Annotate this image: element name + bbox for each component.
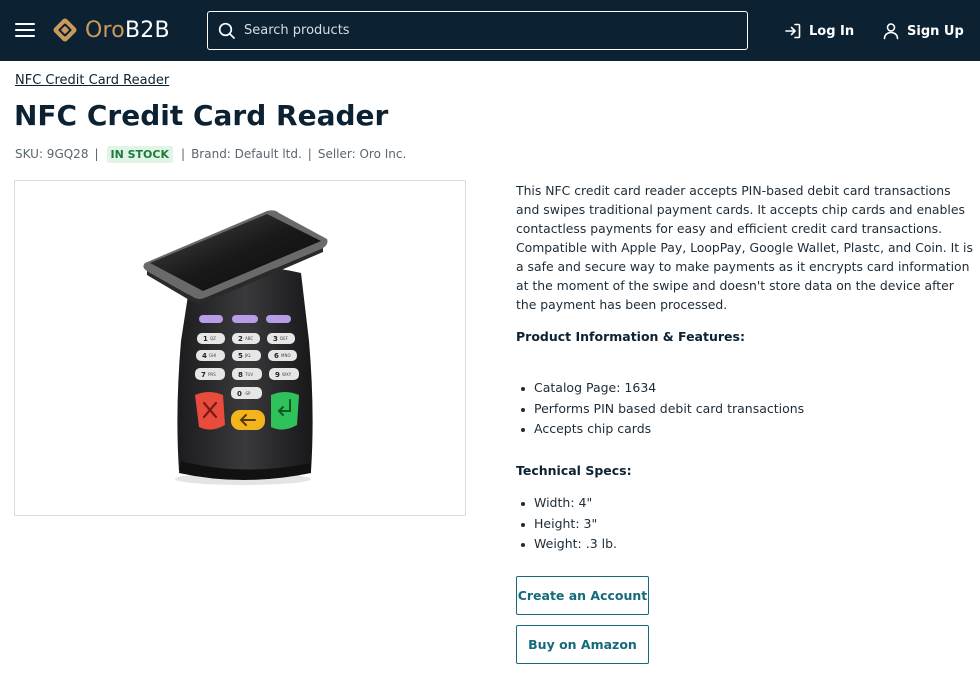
keypad-key-label: 5 bbox=[238, 352, 243, 360]
top-navbar: OroB2B Log In Sign Up bbox=[0, 0, 980, 61]
keypad-key-label: 6 bbox=[274, 352, 279, 360]
specs-title: Technical Specs: bbox=[516, 463, 632, 478]
keypad-key-sublabel: WXY bbox=[282, 372, 292, 377]
login-icon bbox=[785, 23, 801, 39]
product-meta: SKU: 9GQ28 | IN STOCK | Brand: Default l… bbox=[15, 145, 406, 163]
signup-label: Sign Up bbox=[907, 23, 964, 39]
keypad-key-label: 4 bbox=[202, 352, 207, 360]
list-item: Width: 4" bbox=[516, 493, 617, 514]
page-title: NFC Credit Card Reader bbox=[14, 99, 389, 132]
features-title: Product Information & Features: bbox=[516, 329, 745, 344]
keypad-key-sublabel: JKL bbox=[244, 353, 252, 358]
keypad-key-label: 9 bbox=[275, 371, 280, 379]
list-item: Weight: .3 lb. bbox=[516, 534, 617, 555]
list-item: Catalog Page: 1634 bbox=[516, 378, 804, 399]
keypad-key-sublabel: DEF bbox=[280, 336, 289, 341]
keypad-key-label: 0 bbox=[237, 390, 242, 398]
keypad-key-sublabel: PRS bbox=[208, 372, 216, 377]
meta-separator: | bbox=[307, 147, 312, 161]
login-link[interactable]: Log In bbox=[784, 20, 854, 42]
product-image: 1 2 3 4 5 6 7 8 9 0 QZ ABC DEF GHI JKL M… bbox=[143, 210, 328, 485]
hamburger-menu-icon[interactable] bbox=[15, 22, 35, 38]
logo-text-oro: Oro bbox=[85, 17, 125, 43]
keypad-key-sublabel: -SP bbox=[244, 391, 251, 396]
login-label: Log In bbox=[809, 23, 855, 39]
features-list: Catalog Page: 1634 Performs PIN based de… bbox=[516, 378, 804, 440]
search-input[interactable] bbox=[244, 12, 739, 49]
sku-label: SKU: 9GQ28 bbox=[15, 147, 89, 161]
specs-list: Width: 4" Height: 3" Weight: .3 lb. bbox=[516, 493, 617, 555]
list-item: Height: 3" bbox=[516, 514, 617, 535]
search-box[interactable] bbox=[207, 11, 748, 50]
seller-label: Seller: Oro Inc. bbox=[317, 147, 407, 161]
meta-separator: | bbox=[94, 147, 99, 161]
signup-link[interactable]: Sign Up bbox=[882, 20, 964, 42]
product-image-container[interactable]: 1 2 3 4 5 6 7 8 9 0 QZ ABC DEF GHI JKL M… bbox=[14, 180, 466, 516]
meta-separator: | bbox=[181, 147, 186, 161]
keypad-key-label: 3 bbox=[273, 335, 278, 343]
keypad-key-sublabel: GHI bbox=[209, 353, 216, 358]
breadcrumb-link[interactable]: NFC Credit Card Reader bbox=[15, 73, 169, 88]
create-account-button[interactable]: Create an Account bbox=[516, 576, 649, 615]
keypad-key-label: 7 bbox=[201, 371, 206, 379]
list-item: Performs PIN based debit card transactio… bbox=[516, 399, 804, 420]
keypad-key-label: 1 bbox=[203, 335, 208, 343]
keypad-key-sublabel: QZ bbox=[210, 336, 216, 341]
product-description: This NFC credit card reader accepts PIN-… bbox=[516, 183, 973, 312]
logo-text: OroB2B bbox=[85, 18, 170, 43]
keypad-key-sublabel: MNO bbox=[281, 353, 291, 358]
brand-label: Brand: Default ltd. bbox=[191, 147, 302, 161]
search-icon[interactable] bbox=[218, 22, 236, 40]
list-item: Accepts chip cards bbox=[516, 419, 804, 440]
keypad-key-label: 8 bbox=[238, 371, 243, 379]
logo-text-b2b: B2B bbox=[124, 17, 170, 43]
keypad-key-sublabel: ABC bbox=[245, 336, 253, 341]
keypad-key-sublabel: TUV bbox=[244, 372, 253, 377]
orob2b-logo[interactable]: OroB2B bbox=[50, 14, 170, 46]
logo-mark-icon bbox=[53, 18, 77, 42]
keypad-key-label: 2 bbox=[238, 335, 243, 343]
buy-on-amazon-button[interactable]: Buy on Amazon bbox=[516, 625, 649, 664]
stock-status-badge: IN STOCK bbox=[106, 145, 174, 163]
user-icon bbox=[883, 23, 899, 40]
